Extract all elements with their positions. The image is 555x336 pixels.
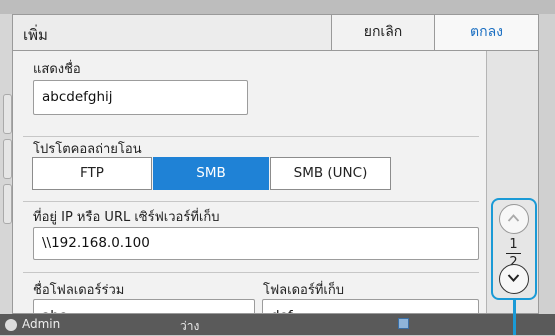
folder-section: ชื่อโฟลเดอร์ร่วม abc โฟลเดอร์ที่เก็บ def — [13, 273, 486, 313]
storage-folder-field[interactable]: def — [262, 299, 479, 313]
page-divider — [506, 253, 521, 254]
page-up-button[interactable] — [499, 204, 529, 234]
protocol-smb-unc-button[interactable]: SMB (UNC) — [270, 157, 391, 190]
background-tile — [3, 184, 12, 224]
callout-pointer — [513, 299, 516, 335]
protocol-section: โปรโตคอลถ่ายโอน FTP SMB SMB (UNC) — [23, 137, 479, 202]
protocol-ftp-button[interactable]: FTP — [32, 157, 152, 190]
protocol-smb-button[interactable]: SMB — [153, 157, 269, 190]
display-name-label: แสดงชื่อ — [33, 62, 81, 77]
printer-status-icon — [398, 318, 409, 329]
current-page: 1 — [509, 237, 518, 252]
background-status-bar: Admin ว่าง — [0, 314, 555, 335]
server-address-label: ที่อยู่ IP หรือ URL เซิร์ฟเวอร์ที่เก็บ — [33, 210, 220, 225]
server-address-field[interactable]: \\192.168.0.100 — [33, 227, 479, 260]
background-right-panel — [539, 14, 555, 314]
protocol-label: โปรโตคอลถ่ายโอน — [33, 142, 142, 157]
status-text: ว่าง — [180, 319, 200, 333]
user-name: Admin — [22, 317, 61, 331]
chevron-down-icon — [507, 274, 520, 282]
chevron-up-icon — [507, 214, 520, 222]
dialog-titlebar: เพิ่ม ยกเลิก ตกลง — [13, 15, 538, 51]
page-navigation: 1 2 — [491, 198, 537, 300]
cancel-button[interactable]: ยกเลิก — [331, 15, 434, 50]
background-header — [0, 0, 555, 14]
shared-folder-label: ชื่อโฟลเดอร์ร่วม — [33, 283, 125, 298]
status-icons — [398, 318, 438, 330]
storage-folder-label: โฟลเดอร์ที่เก็บ — [263, 283, 344, 298]
user-icon — [5, 319, 17, 331]
display-name-section: แสดงชื่อ abcdefghij — [23, 51, 479, 137]
server-address-section: ที่อยู่ IP หรือ URL เซิร์ฟเวอร์ที่เก็บ \… — [23, 202, 479, 273]
dialog-title: เพิ่ม — [23, 26, 48, 44]
background-tile — [3, 139, 12, 179]
dialog-content: แสดงชื่อ abcdefghij โปรโตคอลถ่ายโอน FTP … — [13, 51, 486, 313]
background-left-panel — [0, 14, 12, 314]
page-down-button[interactable] — [499, 264, 529, 294]
ok-button[interactable]: ตกลง — [434, 15, 538, 50]
add-destination-dialog: เพิ่ม ยกเลิก ตกลง แสดงชื่อ abcdefghij โป… — [12, 14, 539, 314]
shared-folder-field[interactable]: abc — [33, 299, 255, 313]
background-tile — [3, 94, 12, 134]
display-name-field[interactable]: abcdefghij — [33, 80, 248, 115]
